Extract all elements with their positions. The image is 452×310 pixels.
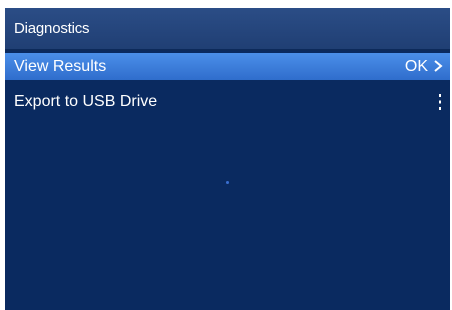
menu-item-label: Export to USB Drive	[14, 93, 158, 110]
kebab-menu-icon	[439, 94, 441, 110]
menu-item-view-results[interactable]: View Results OK	[5, 53, 450, 80]
menu-item-label: View Results	[14, 58, 107, 75]
screen-title: Diagnostics	[14, 20, 90, 37]
loading-dot	[226, 181, 229, 184]
title-bar: Diagnostics	[5, 8, 450, 51]
menu-item-export-usb[interactable]: Export to USB Drive	[5, 88, 450, 115]
menu-item-status: OK	[404, 58, 428, 75]
chevron-right-icon	[434, 60, 443, 72]
diagnostics-screen: Diagnostics View Results OK Export to US…	[5, 8, 450, 310]
